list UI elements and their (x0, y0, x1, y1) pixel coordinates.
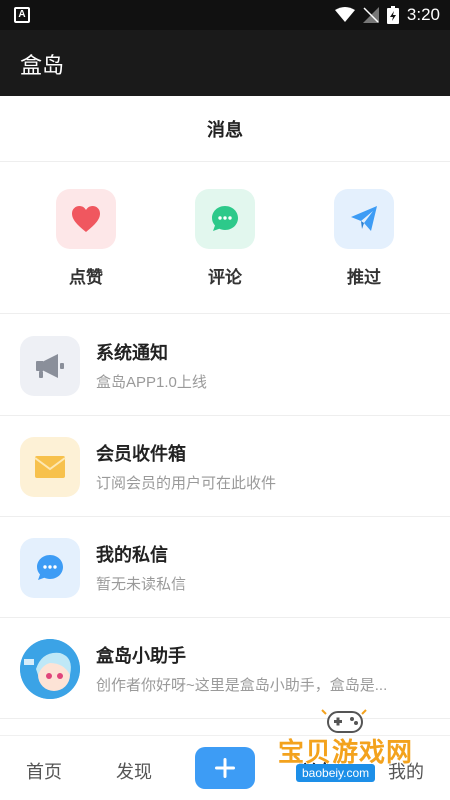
quick-action-comment[interactable]: 评论 (185, 189, 265, 288)
message-title: 会员收件箱 (96, 444, 186, 464)
heart-icon (56, 189, 116, 249)
no-signal-icon (362, 7, 379, 23)
quick-action-pushed-label: 推过 (347, 268, 381, 287)
message-title: 我的私信 (96, 545, 168, 565)
app-notification-icon: A (14, 7, 30, 23)
status-icons: 3:20 (334, 5, 440, 25)
app-title: 盒岛 (20, 53, 65, 78)
status-bar: A 3:20 (0, 0, 450, 30)
chat-bubble-icon (20, 538, 80, 598)
nav-discover[interactable]: 发现 (116, 758, 152, 784)
message-subtitle: 盒岛APP1.0上线 (96, 374, 207, 391)
app-bar: 盒岛 (0, 30, 450, 96)
message-subtitle: 创作者你好呀~这里是盒岛小助手，盒岛是... (96, 677, 388, 694)
message-item-member-inbox[interactable]: 会员收件箱 订阅会员的用户可在此收件 (0, 416, 450, 517)
page-header: 消息 (0, 96, 450, 162)
message-item-system-notice[interactable]: 系统通知 盒岛APP1.0上线 (0, 315, 450, 416)
message-subtitle: 订阅会员的用户可在此收件 (96, 475, 277, 492)
quick-action-comment-label: 评论 (208, 268, 242, 287)
quick-action-like[interactable]: 点赞 (46, 189, 126, 288)
megaphone-icon (20, 336, 80, 396)
envelope-icon (20, 437, 80, 497)
paper-plane-icon (334, 189, 394, 249)
quick-actions: 点赞 评论 推过 (0, 162, 450, 314)
add-button[interactable] (195, 747, 255, 789)
quick-action-pushed[interactable]: 推过 (324, 189, 404, 288)
plus-icon (215, 758, 235, 778)
message-title: 系统通知 (96, 343, 168, 363)
wifi-icon (334, 7, 355, 22)
battery-charging-icon (386, 6, 399, 24)
message-item-assistant[interactable]: 盒岛小助手 创作者你好呀~这里是盒岛小助手，盒岛是... (0, 618, 450, 719)
watermark: 宝贝游戏网 baobeiy.com (272, 706, 442, 786)
comment-bubble-icon (195, 189, 255, 249)
watermark-url: baobeiy.com (296, 764, 376, 782)
message-subtitle: 暂无未读私信 (96, 576, 187, 593)
status-time: 3:20 (406, 5, 440, 24)
message-title: 盒岛小助手 (96, 646, 186, 666)
quick-action-like-label: 点赞 (69, 268, 103, 287)
nav-home[interactable]: 首页 (26, 758, 62, 784)
message-item-private-messages[interactable]: 我的私信 暂无未读私信 (0, 517, 450, 618)
assistant-avatar (20, 639, 80, 699)
page-title: 消息 (207, 120, 243, 140)
